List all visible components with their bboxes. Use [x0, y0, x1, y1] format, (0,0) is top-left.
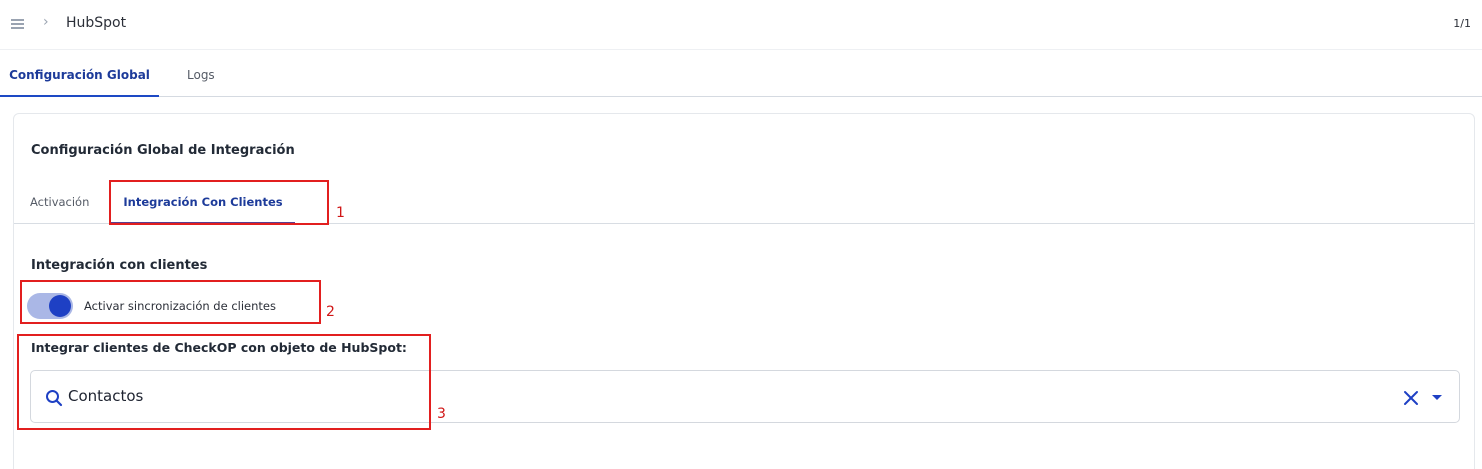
top-bar: › HubSpot 1/1 [0, 0, 1482, 50]
annotation-box-2 [20, 280, 321, 324]
tab-logs[interactable]: Logs [187, 68, 215, 82]
annotation-box-3 [17, 334, 431, 430]
annotation-number-1: 1 [336, 205, 345, 221]
hamburger-icon[interactable] [11, 19, 24, 29]
tab-activacion[interactable]: Activación [30, 195, 89, 209]
annotation-number-2: 2 [326, 304, 335, 320]
close-icon[interactable] [1401, 388, 1421, 408]
annotation-number-3: 3 [437, 406, 446, 422]
breadcrumb-title: HubSpot [66, 15, 127, 31]
page-indicator: 1/1 [1453, 17, 1471, 30]
section-title: Integración con clientes [31, 258, 208, 273]
tab-configuracion-global[interactable]: Configuración Global [0, 68, 159, 97]
annotation-box-1 [109, 180, 329, 225]
faded-partial-text: ............................ [31, 461, 143, 469]
card-title: Configuración Global de Integración [31, 143, 295, 158]
breadcrumb-separator-icon: › [43, 14, 49, 30]
caret-down-icon[interactable] [1432, 395, 1442, 400]
main-tab-bar: Configuración Global Logs [0, 51, 1482, 97]
